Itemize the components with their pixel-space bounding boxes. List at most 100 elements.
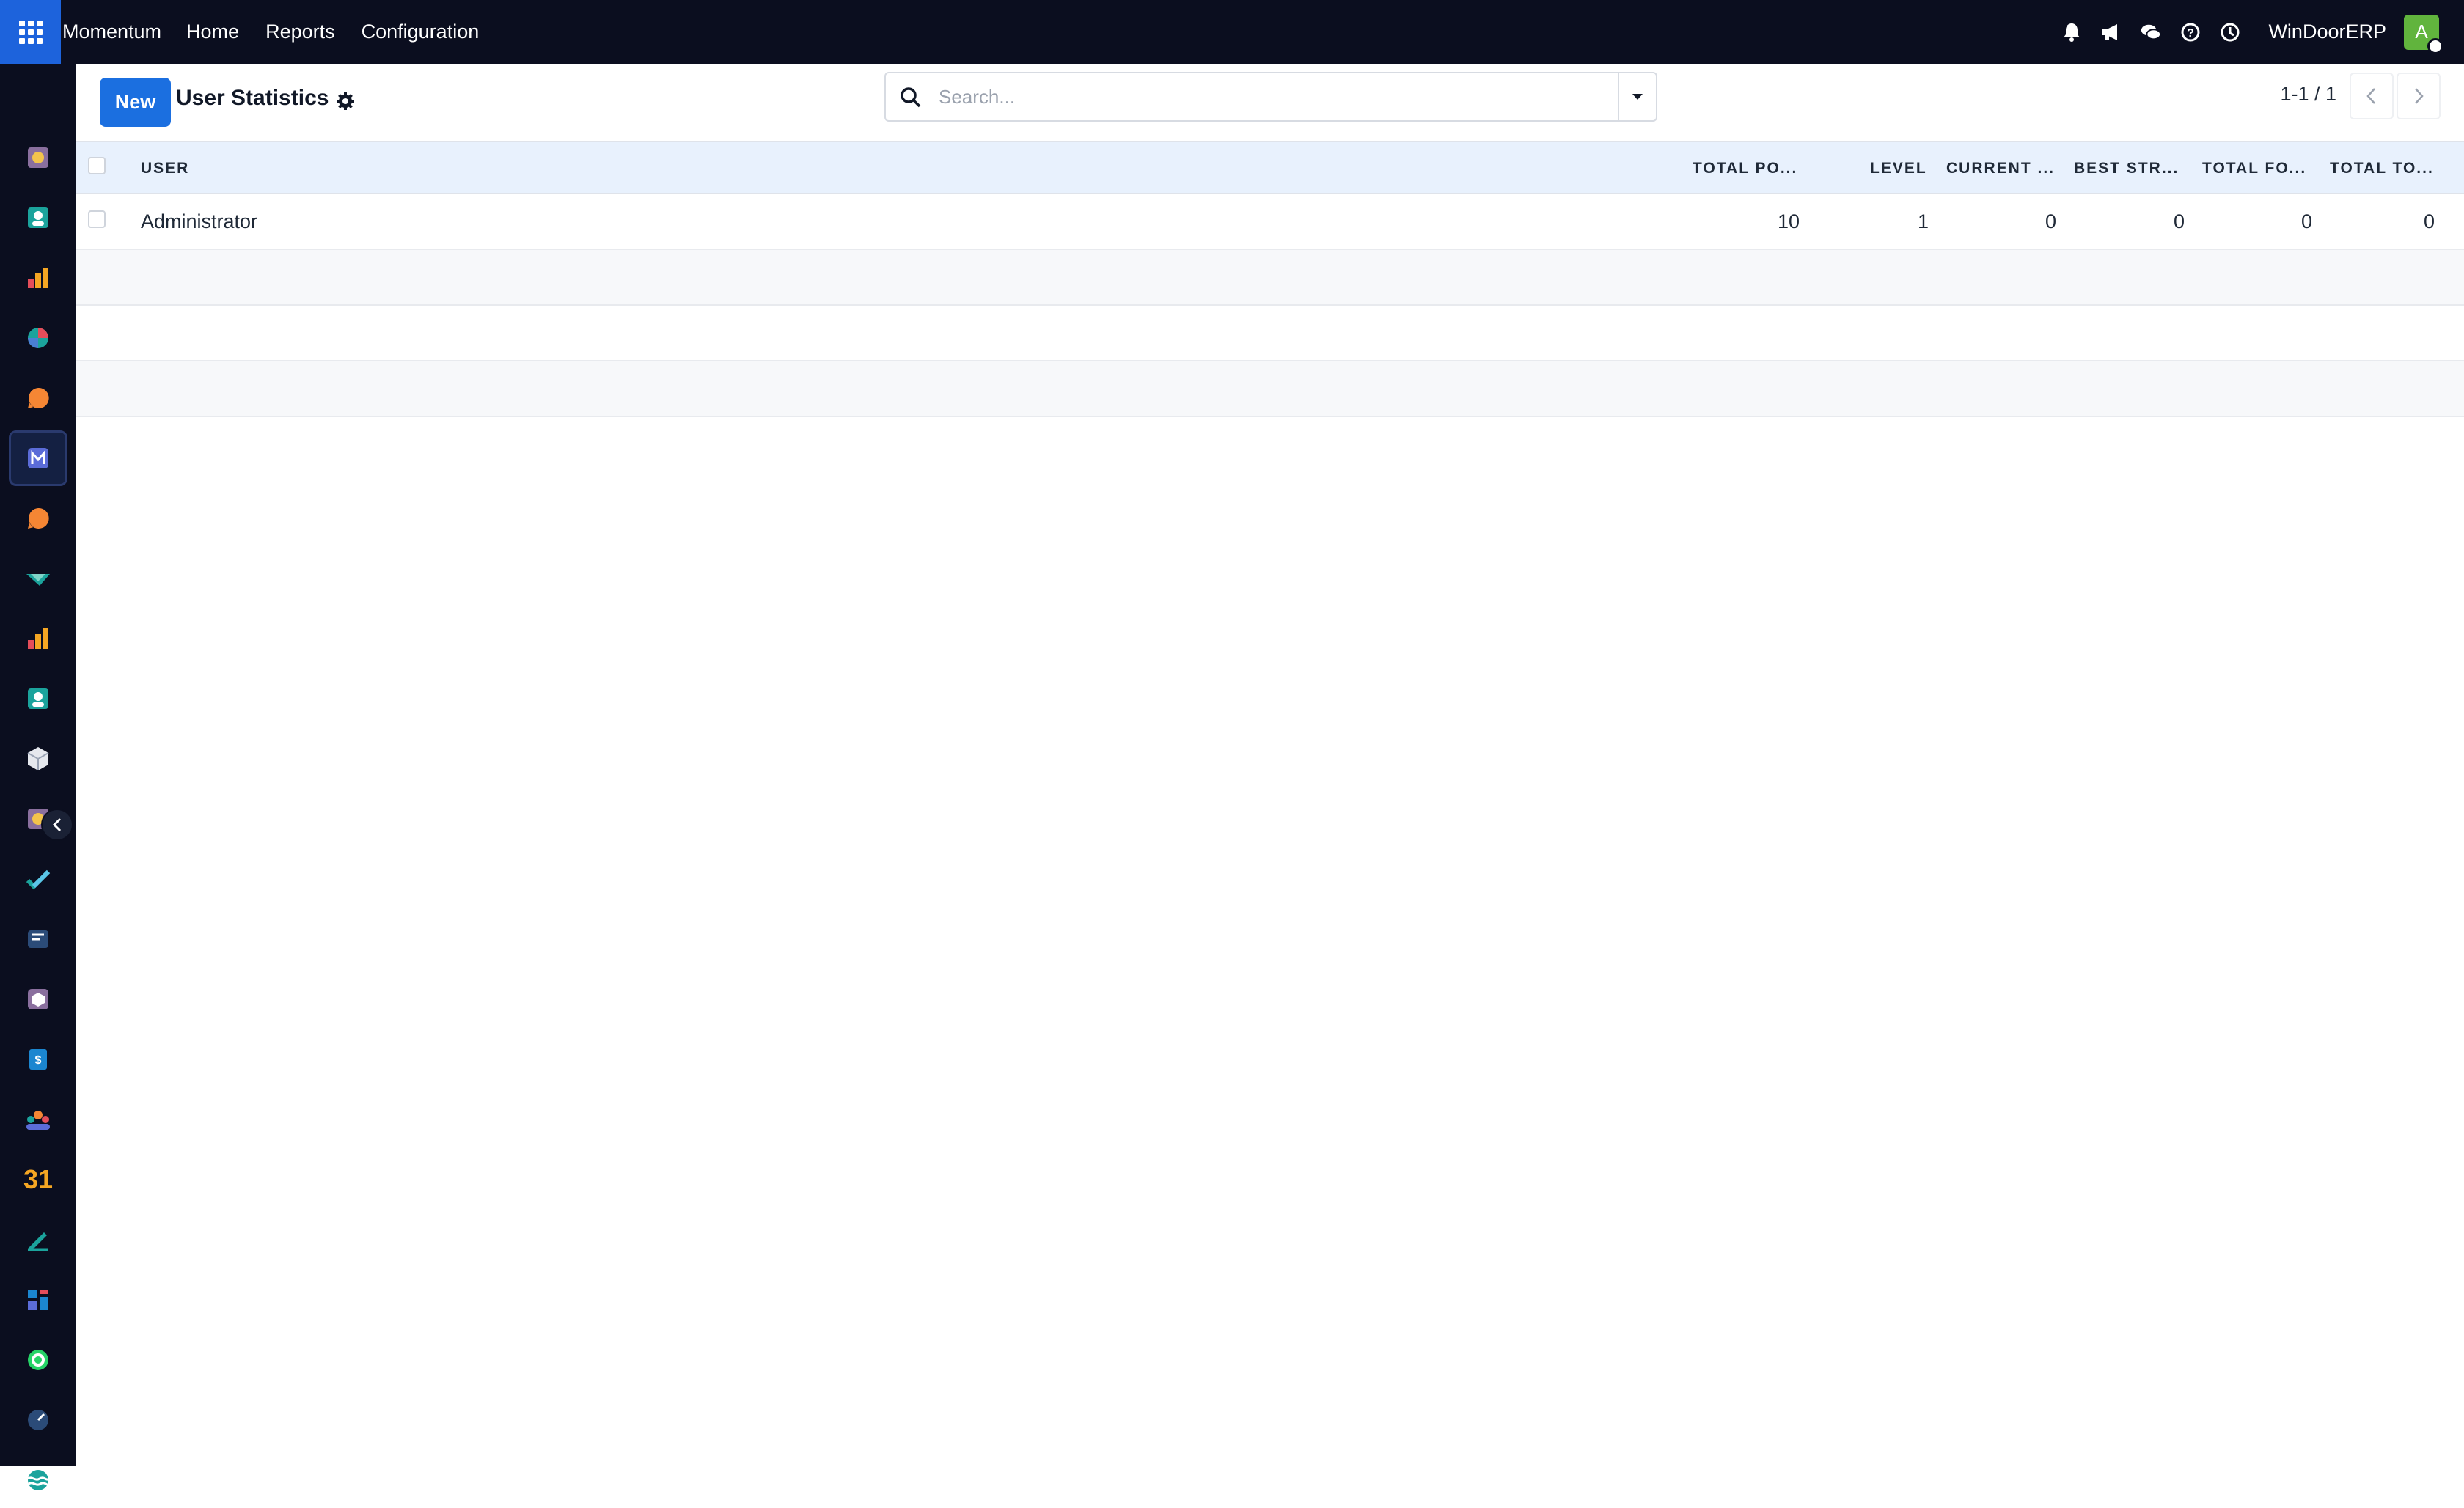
gear-icon[interactable] <box>334 90 356 112</box>
sidebar-app-2[interactable] <box>9 190 67 246</box>
sidebar-app-3[interactable] <box>9 250 67 306</box>
sidebar-app-momentum[interactable] <box>9 430 67 486</box>
momentum-icon <box>28 448 48 468</box>
top-navbar: Momentum Home Reports Configuration ? Wi… <box>0 0 2464 64</box>
svg-text:?: ? <box>2188 27 2195 40</box>
sidebar-collapse-button[interactable] <box>41 809 73 841</box>
calendar-icon: 31 <box>23 1164 54 1194</box>
column-header-user[interactable]: USER <box>141 160 189 177</box>
column-header-total-focus[interactable]: TOTAL FO... <box>2202 160 2306 177</box>
invoice-icon: $ <box>29 1049 47 1070</box>
sidebar-app-9[interactable] <box>9 611 67 666</box>
app-brand[interactable]: Momentum <box>62 21 161 43</box>
search-icon <box>901 87 921 108</box>
cube-icon <box>27 747 49 770</box>
cell-best-streak: 0 <box>2173 210 2185 232</box>
chart-icon <box>28 268 48 288</box>
chevron-left-icon <box>2366 88 2375 104</box>
discuss-icon <box>28 387 49 408</box>
table-row[interactable]: Administrator 10 1 0 0 0 0 <box>76 194 2464 250</box>
bell-icon[interactable] <box>2061 22 2082 43</box>
sidebar-app-13[interactable] <box>9 851 67 907</box>
column-header-best-streak[interactable]: BEST STR... <box>2074 160 2179 177</box>
menu-configuration[interactable]: Configuration <box>362 21 480 43</box>
new-button[interactable]: New <box>100 78 171 127</box>
sidebar-app-23[interactable] <box>9 1452 67 1508</box>
inventory-icon <box>28 989 48 1009</box>
user-avatar[interactable]: A <box>2404 14 2443 54</box>
team-icon <box>26 1111 50 1130</box>
sign-icon <box>28 1232 48 1251</box>
company-switcher[interactable]: WinDoorERP <box>2268 21 2386 43</box>
status-indicator <box>2427 37 2443 54</box>
empty-row <box>76 361 2464 417</box>
row-checkbox[interactable] <box>88 210 106 228</box>
apps-menu-button[interactable] <box>0 0 61 64</box>
whatsapp-icon <box>28 1350 48 1370</box>
chevron-left-icon <box>52 817 62 832</box>
search-bar <box>884 72 1657 122</box>
search-options-toggle[interactable] <box>1618 73 1656 120</box>
list-table: USER TOTAL PO... LEVEL CURRENT ... BEST … <box>76 141 2464 417</box>
sidebar-app-22[interactable] <box>9 1392 67 1448</box>
sidebar-app-4[interactable] <box>9 310 67 366</box>
check-icon <box>26 869 51 890</box>
sidebar-app-5[interactable] <box>9 370 67 426</box>
sidebar-app-7[interactable] <box>9 490 67 546</box>
pie-icon <box>28 328 48 348</box>
pager-value[interactable]: 1-1 / 1 <box>2280 83 2336 106</box>
sidebar-app-17[interactable] <box>9 1092 67 1147</box>
chevron-right-icon <box>2415 88 2424 104</box>
column-header-current-streak[interactable]: CURRENT ... <box>1946 160 2055 177</box>
sidebar-app-8[interactable] <box>9 551 67 606</box>
sidebar-app-11[interactable] <box>9 731 67 787</box>
svg-text:$: $ <box>35 1054 42 1067</box>
app-sidebar: $ 31 <box>0 64 76 1490</box>
column-header-total-points[interactable]: TOTAL PO... <box>1693 160 1797 177</box>
column-header-total-tasks[interactable]: TOTAL TO... <box>2330 160 2434 177</box>
menu-reports[interactable]: Reports <box>265 21 335 43</box>
column-header-level[interactable]: LEVEL <box>1870 160 1927 177</box>
sidebar-app-19[interactable] <box>9 1212 67 1268</box>
help-icon[interactable]: ? <box>2180 22 2201 43</box>
menu-home[interactable]: Home <box>186 21 239 43</box>
avatar-letter: A <box>2415 21 2428 43</box>
cell-user: Administrator <box>141 210 258 232</box>
livechat-icon <box>28 507 49 529</box>
sidebar-app-10[interactable] <box>9 671 67 727</box>
select-all-checkbox[interactable] <box>88 157 106 174</box>
cell-level: 1 <box>1917 210 1929 232</box>
sidebar-app-15[interactable] <box>9 971 67 1027</box>
knowledge-icon <box>28 930 48 948</box>
sidebar-app-16[interactable]: $ <box>9 1031 67 1087</box>
search-input[interactable] <box>939 82 1584 111</box>
cell-total-focus: 0 <box>2300 210 2312 232</box>
sidebar-app-20[interactable] <box>9 1272 67 1328</box>
wave-icon <box>27 1470 50 1490</box>
tag-icon <box>26 574 50 586</box>
cell-current-streak: 0 <box>2045 210 2056 232</box>
cell-total-tasks: 0 <box>2423 210 2435 232</box>
clock-icon[interactable] <box>2220 22 2240 43</box>
cell-total-points: 10 <box>1777 210 1800 232</box>
gauge-icon <box>28 1410 48 1430</box>
sidebar-app-21[interactable] <box>9 1332 67 1388</box>
dashboard-icon <box>28 1290 48 1310</box>
sidebar-app-14[interactable] <box>9 911 67 967</box>
chat-icon[interactable] <box>2141 22 2162 43</box>
empty-row <box>76 250 2464 306</box>
app-icon <box>28 147 48 168</box>
employees-icon <box>28 688 48 709</box>
page-title: User Statistics <box>176 86 329 110</box>
control-panel: New User Statistics 1-1 / 1 <box>76 64 2464 141</box>
pager-next-button[interactable] <box>2397 73 2441 119</box>
grid-icon <box>18 20 43 44</box>
sidebar-app-1[interactable] <box>9 130 67 185</box>
sidebar-app-calendar[interactable]: 31 <box>9 1152 67 1207</box>
table-header: USER TOTAL PO... LEVEL CURRENT ... BEST … <box>76 141 2464 194</box>
pager-previous-button[interactable] <box>2350 73 2394 119</box>
megaphone-icon[interactable] <box>2101 22 2122 43</box>
caret-down-icon <box>1632 94 1643 100</box>
empty-row <box>76 306 2464 361</box>
contacts-icon <box>28 207 48 228</box>
